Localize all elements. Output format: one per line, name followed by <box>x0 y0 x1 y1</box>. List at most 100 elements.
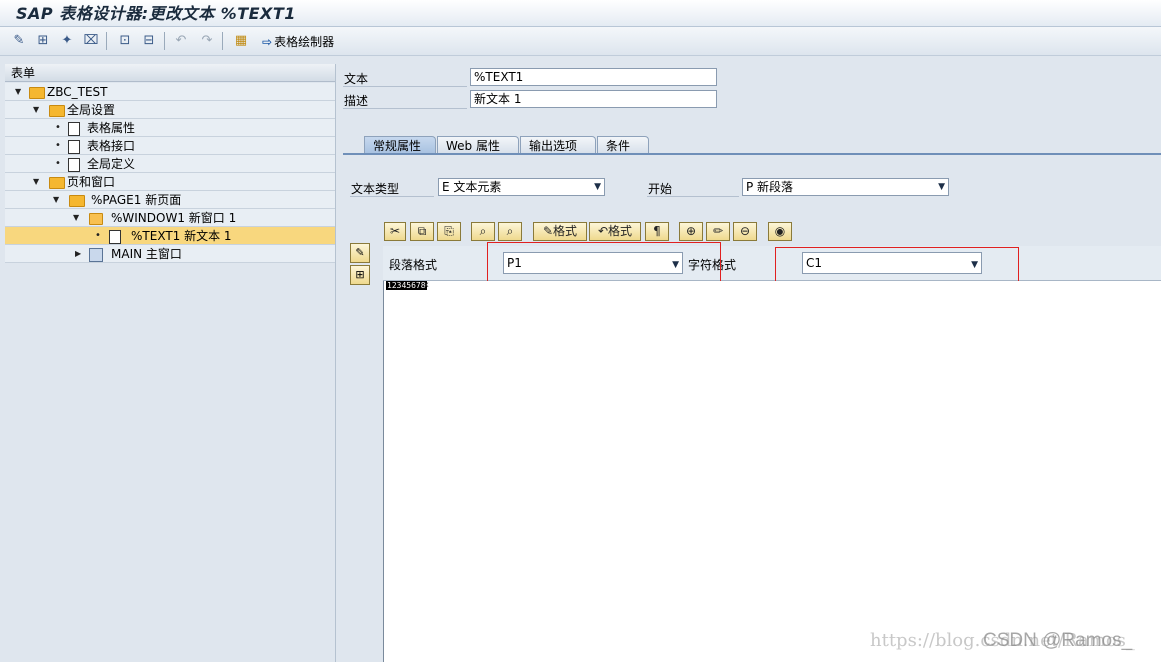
form-painter-button[interactable]: ⇨ 表格绘制器 <box>262 33 334 50</box>
toolbar-separator <box>222 32 223 50</box>
edit-button[interactable]: ✏ <box>706 222 730 241</box>
navigation-tree: 表单 ▼ ZBC_TEST ▼ 全局设置 • 表格属性 • 表格接口 • 全局定… <box>5 64 336 662</box>
tab-web-attributes[interactable]: Web 属性 <box>437 136 519 154</box>
collapse-icon[interactable]: ⊟ <box>140 32 158 50</box>
start-label: 开始 <box>648 182 673 196</box>
text-type-select[interactable]: E 文本元素 ▼ <box>438 178 605 196</box>
expanded-triangle-icon[interactable]: ▼ <box>53 191 59 209</box>
paste-icon: ⎘ <box>444 224 454 238</box>
main-window-icon <box>89 248 103 262</box>
label-underline <box>647 196 739 197</box>
format-label: 格式 <box>608 224 633 238</box>
splitter[interactable] <box>336 56 341 662</box>
dropdown-arrow-icon: ▼ <box>594 182 601 192</box>
collapsed-triangle-icon[interactable]: ▶ <box>75 245 81 263</box>
pencil-icon: ✏ <box>712 224 724 238</box>
text-type-label: 文本类型 <box>351 182 400 196</box>
expanded-triangle-icon[interactable]: ▼ <box>73 209 79 227</box>
paragraph-marks-button[interactable]: ¶ <box>645 222 669 241</box>
hierarchy-icon[interactable]: ⊞ <box>34 32 52 50</box>
delete-line-button[interactable]: ⊖ <box>733 222 757 241</box>
tree-node-window1[interactable]: ▼ %WINDOW1 新窗口 1 <box>5 209 335 227</box>
find-next-button[interactable]: ⌕ <box>498 222 522 241</box>
start-select[interactable]: P 新段落 ▼ <box>742 178 949 196</box>
label-underline <box>350 196 434 197</box>
text-name-field[interactable]: %TEXT1 <box>470 68 717 86</box>
tab-general-attributes[interactable]: 常规属性 <box>364 136 436 154</box>
form-painter-label: 表格绘制器 <box>274 35 335 49</box>
test-icon[interactable]: ⌧ <box>82 32 100 50</box>
insert-format-button[interactable]: ✎格式 <box>533 222 587 241</box>
tree-node-pages-windows[interactable]: ▼ 页和窗口 <box>5 173 335 191</box>
tree-node-text1[interactable]: • %TEXT1 新文本 1 <box>5 227 335 245</box>
tabstrip-border <box>343 153 1161 155</box>
tree-label: MAIN 主窗口 <box>111 247 182 261</box>
tree-node-form-attributes[interactable]: • 表格属性 <box>5 119 335 137</box>
find-button[interactable]: ⌕ <box>471 222 495 241</box>
tree-node-global-settings[interactable]: ▼ 全局设置 <box>5 101 335 119</box>
paste-button[interactable]: ⎘ <box>437 222 461 241</box>
bullet-icon: • <box>55 122 61 133</box>
insert-line-button[interactable]: ⊕ <box>679 222 703 241</box>
selected-text: 12345678 <box>386 281 427 290</box>
paragraph-format-label: 段落格式 <box>389 258 438 272</box>
document-icon <box>68 140 80 154</box>
activate-icon[interactable]: ✦ <box>58 32 76 50</box>
redo-icon[interactable]: ↷ <box>198 32 216 50</box>
tab-output-options[interactable]: 输出选项 <box>520 136 596 154</box>
remove-format-button[interactable]: ↶格式 <box>589 222 641 241</box>
start-value: P 新段落 <box>746 180 794 194</box>
field-list-icon[interactable]: ▦ <box>232 32 250 50</box>
editor-trailing-text: x <box>424 280 429 289</box>
tree-label: ZBC_TEST <box>47 85 108 99</box>
other-object-icon[interactable]: ✎ <box>10 32 28 50</box>
description-label: 描述 <box>344 94 369 108</box>
watermark-brand: CSDN @Ramos_ <box>983 630 1133 651</box>
text-editor-button[interactable]: ✎ <box>350 243 370 263</box>
hierarchy-button[interactable]: ⊞ <box>350 265 370 285</box>
format-label: 格式 <box>553 224 578 238</box>
text-type-value: E 文本元素 <box>442 180 502 194</box>
tree-label: 全局定义 <box>87 157 136 171</box>
bullet-icon: • <box>55 140 61 151</box>
text-edit-icon <box>109 230 121 244</box>
bullet-icon: • <box>95 230 101 241</box>
tree-node-form-interface[interactable]: • 表格接口 <box>5 137 335 155</box>
description-field[interactable]: 新文本 1 <box>470 90 717 108</box>
window-title: SAP 表格设计器:更改文本 %TEXT1 <box>16 4 296 23</box>
delete-line-icon: ⊖ <box>739 224 751 238</box>
tree-label: 页和窗口 <box>67 175 116 189</box>
document-icon <box>68 158 80 172</box>
folder-icon <box>29 87 45 99</box>
camera-icon: ◉ <box>774 224 786 238</box>
copy-icon: ⧉ <box>417 224 427 238</box>
expand-icon[interactable]: ⊡ <box>116 32 134 50</box>
application-toolbar: ✎ ⊞ ✦ ⌧ ⊡ ⊟ ↶ ↷ ▦ ⇨ 表格绘制器 <box>0 27 1161 56</box>
hierarchy-icon: ⊞ <box>355 268 365 281</box>
expanded-triangle-icon[interactable]: ▼ <box>15 83 21 101</box>
tree-node-global-definitions[interactable]: • 全局定义 <box>5 155 335 173</box>
tree-label: 表格接口 <box>87 139 136 153</box>
toolbar-separator <box>106 32 107 50</box>
expanded-triangle-icon[interactable]: ▼ <box>33 173 39 191</box>
tree-label: 全局设置 <box>67 103 116 117</box>
tree-label: %TEXT1 新文本 1 <box>131 229 232 243</box>
undo-icon[interactable]: ↶ <box>172 32 190 50</box>
bullet-icon: • <box>55 158 61 169</box>
title-bar: SAP 表格设计器:更改文本 %TEXT1 <box>0 0 1161 27</box>
edit-document-icon: ✎ <box>355 246 365 259</box>
copy-button[interactable]: ⧉ <box>410 222 434 241</box>
format-undo-icon: ↶ <box>597 224 609 238</box>
tab-conditions[interactable]: 条件 <box>597 136 649 154</box>
tree-node-form[interactable]: ▼ ZBC_TEST <box>5 83 335 101</box>
scissors-icon: ✂ <box>389 224 401 238</box>
preview-button[interactable]: ◉ <box>768 222 792 241</box>
tree-node-page1[interactable]: ▼ %PAGE1 新页面 <box>5 191 335 209</box>
tree-node-main-window[interactable]: ▶ MAIN 主窗口 <box>5 245 335 263</box>
expanded-triangle-icon[interactable]: ▼ <box>33 101 39 119</box>
text-editor[interactable]: 12345678 x <box>383 280 1161 662</box>
text-name-label: 文本 <box>344 72 369 86</box>
cut-button[interactable]: ✂ <box>384 222 406 241</box>
tree-header: 表单 <box>5 64 335 82</box>
find-next-icon: ⌕ <box>506 224 514 238</box>
